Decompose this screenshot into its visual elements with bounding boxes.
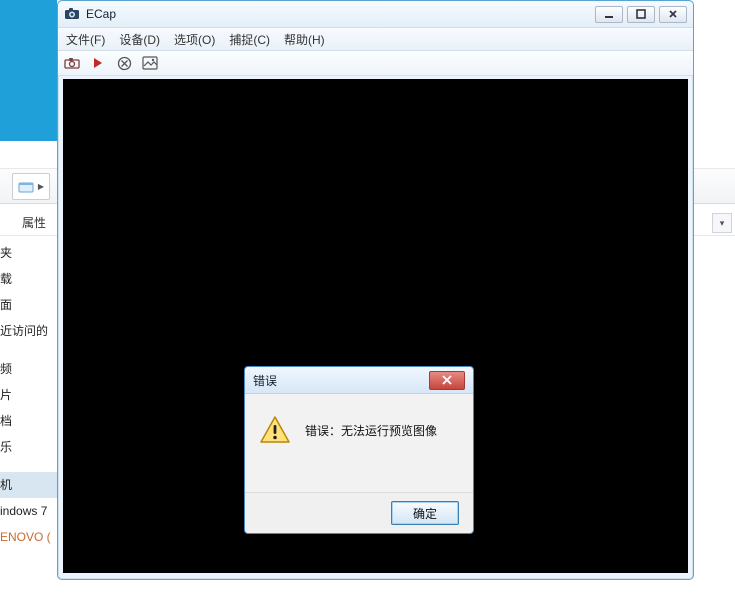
menu-item[interactable]: 捕捉(C) [229,31,270,48]
sidebar-item[interactable]: 频 [0,356,60,382]
error-dialog-message: 错误：无法运行预览图像 [305,422,437,439]
stop-icon[interactable] [116,55,132,71]
menu-item[interactable]: 设备(D) [119,31,160,48]
sidebar-item[interactable]: 乐 [0,434,60,460]
picture-icon[interactable] [142,55,158,71]
error-dialog-ok-button[interactable]: 确定 [391,501,459,525]
app-icon [64,6,80,22]
error-dialog-titlebar[interactable]: 错误 [245,367,473,394]
sidebar-item[interactable]: 夹 [0,240,60,266]
sidebar-item[interactable]: 片 [0,382,60,408]
close-button[interactable] [659,6,687,23]
column-label-attrs: 属性 [22,214,46,231]
camera-icon[interactable] [64,55,80,71]
error-dialog: 错误 错误：无法运行预览图像 确定 [244,366,474,534]
sidebar-item[interactable]: 载 [0,266,60,292]
play-icon[interactable] [90,55,106,71]
ecap-toolbar [58,51,693,76]
warning-icon [259,414,291,446]
ok-button-label: 确定 [413,505,437,522]
maximize-button[interactable] [627,6,655,23]
menu-item[interactable]: 帮助(H) [284,31,325,48]
explorer-sidebar: 夹载面近访问的频片档乐机indows 7ENOVO ( [0,240,60,595]
breadcrumb-root[interactable]: ▶ [12,173,50,200]
desktop-blue-band [0,0,57,141]
app-title: ECap [86,7,116,21]
error-dialog-close-button[interactable] [429,371,465,390]
sidebar-item[interactable]: indows 7 [0,498,60,524]
sidebar-item[interactable]: 近访问的 [0,318,60,344]
menu-item[interactable]: 文件(F) [66,31,105,48]
sidebar-item[interactable]: 机 [0,472,60,498]
ecap-menubar: 文件(F) 设备(D) 选项(O) 捕捉(C) 帮助(H) [58,28,693,51]
minimize-button[interactable] [595,6,623,23]
column-sort-button[interactable]: ▾ [712,213,732,233]
error-dialog-title: 错误 [253,372,277,389]
sidebar-item[interactable]: ENOVO ( [0,524,60,550]
sidebar-item[interactable]: 面 [0,292,60,318]
ecap-titlebar[interactable]: ECap [58,1,693,28]
sidebar-item[interactable]: 档 [0,408,60,434]
chevron-right-icon: ▶ [38,182,44,191]
menu-item[interactable]: 选项(O) [174,31,215,48]
